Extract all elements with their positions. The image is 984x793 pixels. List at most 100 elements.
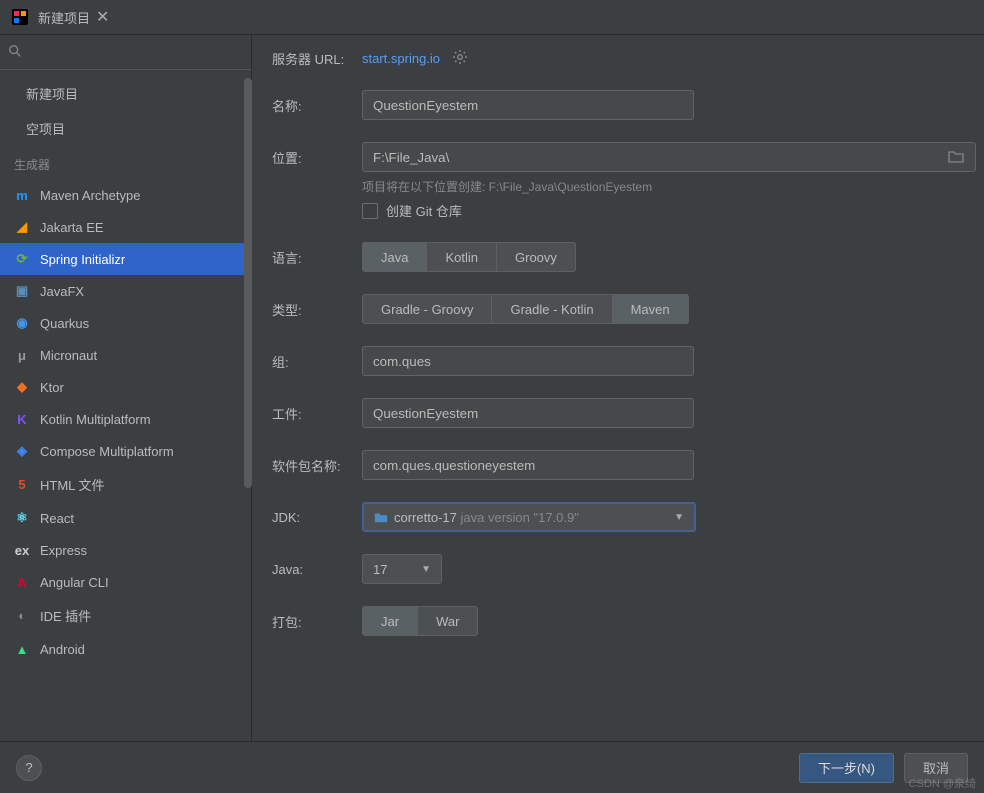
search-icon [8, 44, 22, 61]
jdk-folder-icon [374, 510, 388, 524]
sidebar-item-label: Android [40, 642, 85, 657]
sidebar-item-empty-project[interactable]: 空项目 [0, 111, 251, 146]
react-icon: ⚛ [14, 510, 30, 526]
ide-plugin-icon: ◐ [14, 608, 30, 624]
git-checkbox-label: 创建 Git 仓库 [386, 201, 462, 220]
java-value: 17 [373, 562, 387, 577]
spring-initializr-icon: ⟳ [14, 251, 30, 267]
sidebar-list: 新建项目空项目生成器 m Maven Archetype ◢ Jakarta EE ⟳ Sp… [0, 70, 251, 741]
package-label: 软件包名称: [272, 456, 362, 475]
sidebar-item-javafx[interactable]: ▣ JavaFX [0, 275, 251, 307]
sidebar-item-angular[interactable]: A Angular CLI [0, 566, 251, 598]
sidebar-section-label: 生成器 [0, 146, 251, 179]
sidebar-item-label: Jakarta EE [40, 220, 104, 235]
maven-archetype-icon: m [14, 187, 30, 203]
jdk-label: JDK: [272, 510, 362, 525]
footer: ? 下一步(N) 取消 [0, 741, 984, 793]
java-label: Java: [272, 562, 362, 577]
type-label: 类型: [272, 300, 362, 319]
packaging-label: 打包: [272, 612, 362, 631]
name-label: 名称: [272, 96, 362, 115]
ktor-icon: ◆ [14, 379, 30, 395]
sidebar: 新建项目空项目生成器 m Maven Archetype ◢ Jakarta EE ⟳ Sp… [0, 35, 252, 741]
group-label: 组: [272, 352, 362, 371]
sidebar-item-label: Express [40, 543, 87, 558]
sidebar-item-label: Quarkus [40, 316, 89, 331]
sidebar-item-label: HTML 文件 [40, 475, 105, 494]
search-input[interactable] [28, 41, 243, 63]
sidebar-item-android[interactable]: ▲ Android [0, 633, 251, 665]
express-icon: ex [14, 542, 30, 558]
scrollbar[interactable] [244, 78, 252, 488]
location-label: 位置: [272, 148, 362, 167]
jdk-version: java version "17.0.9" [461, 510, 579, 525]
type-group: Gradle - GroovyGradle - KotlinMaven [362, 294, 689, 324]
name-input[interactable] [362, 90, 694, 120]
sidebar-item-spring-initializr[interactable]: ⟳ Spring Initializr [0, 243, 251, 275]
sidebar-item-label: Spring Initializr [40, 252, 125, 267]
sidebar-item-micronaut[interactable]: μ Micronaut [0, 339, 251, 371]
help-button[interactable]: ? [16, 755, 42, 781]
jdk-select[interactable]: corretto-17 java version "17.0.9" ▼ [362, 502, 696, 532]
android-icon: ▲ [14, 641, 30, 657]
content-panel: 服务器 URL: start.spring.io 名称: 位置: 项目将在以下位… [252, 35, 984, 741]
sidebar-item-label: IDE 插件 [40, 606, 91, 625]
artifact-input[interactable] [362, 398, 694, 428]
compose-mp-icon: ◈ [14, 443, 30, 459]
folder-icon[interactable] [948, 149, 964, 166]
micronaut-icon: μ [14, 347, 30, 363]
chevron-down-icon: ▼ [421, 564, 431, 575]
language-btn-java[interactable]: Java [362, 242, 427, 272]
location-input[interactable] [362, 142, 976, 172]
language-btn-groovy[interactable]: Groovy [497, 242, 576, 272]
jdk-value: corretto-17 [394, 510, 457, 525]
kotlin-mp-icon: K [14, 411, 30, 427]
packaging-group: JarWar [362, 606, 478, 636]
language-label: 语言: [272, 248, 362, 267]
sidebar-item-label: Ktor [40, 380, 64, 395]
sidebar-item-kotlin-mp[interactable]: K Kotlin Multiplatform [0, 403, 251, 435]
packaging-btn-war[interactable]: War [418, 606, 478, 636]
language-group: JavaKotlinGroovy [362, 242, 576, 272]
git-checkbox[interactable] [362, 203, 378, 219]
type-btn-gradle---groovy[interactable]: Gradle - Groovy [362, 294, 492, 324]
next-button[interactable]: 下一步(N) [799, 753, 894, 783]
sidebar-item-new-project[interactable]: 新建项目 [0, 76, 251, 111]
sidebar-item-label: Micronaut [40, 348, 97, 363]
sidebar-item-label: React [40, 511, 74, 526]
sidebar-item-ide-plugin[interactable]: ◐ IDE 插件 [0, 598, 251, 633]
artifact-label: 工件: [272, 404, 362, 423]
sidebar-item-ktor[interactable]: ◆ Ktor [0, 371, 251, 403]
sidebar-item-label: Kotlin Multiplatform [40, 412, 151, 427]
sidebar-item-compose-mp[interactable]: ◈ Compose Multiplatform [0, 435, 251, 467]
html-icon: 5 [14, 477, 30, 493]
jakarta-ee-icon: ◢ [14, 219, 30, 235]
group-input[interactable] [362, 346, 694, 376]
sidebar-item-express[interactable]: ex Express [0, 534, 251, 566]
package-input[interactable] [362, 450, 694, 480]
quarkus-icon: ◉ [14, 315, 30, 331]
javafx-icon: ▣ [14, 283, 30, 299]
sidebar-item-html[interactable]: 5 HTML 文件 [0, 467, 251, 502]
sidebar-item-label: Compose Multiplatform [40, 444, 174, 459]
sidebar-item-label: JavaFX [40, 284, 84, 299]
chevron-down-icon: ▼ [674, 512, 684, 523]
sidebar-item-quarkus[interactable]: ◉ Quarkus [0, 307, 251, 339]
type-btn-gradle---kotlin[interactable]: Gradle - Kotlin [492, 294, 612, 324]
app-logo-icon [12, 9, 28, 25]
watermark: CSDN @泉绮 [909, 775, 976, 791]
type-btn-maven[interactable]: Maven [613, 294, 689, 324]
close-icon[interactable]: ✕ [90, 7, 115, 27]
gear-icon[interactable] [452, 49, 468, 68]
angular-icon: A [14, 574, 30, 590]
sidebar-item-maven-archetype[interactable]: m Maven Archetype [0, 179, 251, 211]
java-select[interactable]: 17 ▼ [362, 554, 442, 584]
packaging-btn-jar[interactable]: Jar [362, 606, 418, 636]
sidebar-item-label: Maven Archetype [40, 188, 140, 203]
server-url-link[interactable]: start.spring.io [362, 51, 440, 66]
sidebar-item-label: Angular CLI [40, 575, 109, 590]
window-title: 新建项目 [38, 8, 90, 27]
language-btn-kotlin[interactable]: Kotlin [427, 242, 497, 272]
sidebar-item-react[interactable]: ⚛ React [0, 502, 251, 534]
sidebar-item-jakarta-ee[interactable]: ◢ Jakarta EE [0, 211, 251, 243]
